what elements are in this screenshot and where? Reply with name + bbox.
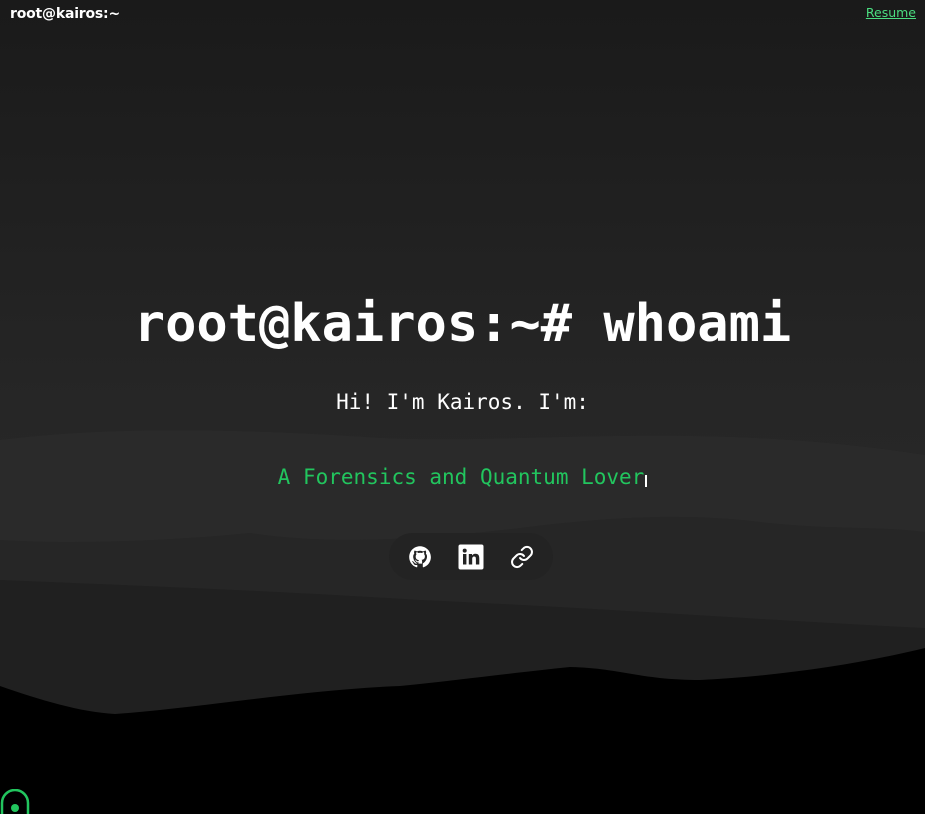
corner-toggle-icon[interactable] [0, 789, 32, 814]
brand-title[interactable]: root@kairos:~ [10, 6, 120, 22]
intro-text: Hi! I'm Kairos. I'm: [336, 390, 589, 414]
github-icon [409, 545, 432, 567]
typed-role-text: A Forensics and Quantum Lover [277, 465, 645, 489]
whoami-heading: root@kairos:~# whoami [133, 294, 792, 354]
text-cursor [645, 475, 648, 487]
resume-link[interactable]: Resume [866, 5, 916, 20]
github-button[interactable] [404, 541, 436, 573]
linkedin-button[interactable] [455, 541, 487, 573]
linkedin-icon [458, 544, 484, 569]
top-bar: root@kairos:~ Resume [0, 0, 925, 30]
social-links [389, 533, 553, 580]
link-icon [510, 545, 533, 568]
typed-role: A Forensics and Quantum Lover [0, 462, 925, 492]
link-button[interactable] [506, 541, 538, 573]
